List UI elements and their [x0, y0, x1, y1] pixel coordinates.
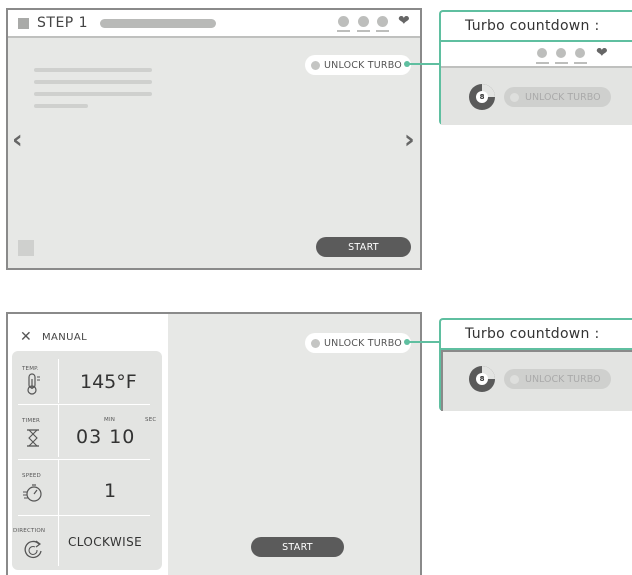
unlock-turbo-label: UNLOCK TURBO	[525, 91, 601, 103]
countdown-value: 8	[476, 91, 488, 103]
start-label: START	[348, 241, 379, 253]
menu-square-icon[interactable]	[18, 18, 29, 29]
manual-sidebar: ✕ MANUAL TEMP. 145°F TIMER MIN SEC 03 10…	[8, 314, 168, 575]
start-button[interactable]: START	[251, 537, 344, 557]
text-line	[34, 104, 88, 108]
step-progress-bar	[100, 19, 216, 28]
step-screen: STEP 1 ❤ ‹ › UNLOCK TURBO START	[6, 8, 422, 270]
seconds-label: SEC	[145, 417, 157, 423]
profile-icon[interactable]	[376, 16, 389, 32]
text-line	[34, 80, 152, 84]
chevron-right-icon[interactable]: ›	[404, 127, 415, 153]
turbo-countdown-callout: Turbo countdown : 8 UNLOCK TURBO	[439, 318, 632, 411]
step-title: STEP 1	[37, 15, 89, 31]
speed-icon	[23, 484, 42, 502]
profile-icon	[536, 48, 549, 64]
unlock-turbo-label: UNLOCK TURBO	[324, 59, 402, 71]
text-line	[34, 92, 152, 96]
close-icon[interactable]: ✕	[20, 329, 32, 345]
heart-icon[interactable]: ❤	[398, 14, 410, 28]
top-bar: STEP 1 ❤	[8, 10, 420, 38]
unlock-turbo-button[interactable]: UNLOCK TURBO	[305, 55, 411, 75]
thermometer-icon	[27, 373, 40, 395]
profile-icon[interactable]	[357, 16, 370, 32]
profile-icon	[555, 48, 568, 64]
turbo-indicator-icon	[311, 60, 320, 70]
chevron-left-icon[interactable]: ‹	[12, 127, 23, 153]
callout-panel: 8 UNLOCK TURBO	[441, 68, 632, 125]
start-label: START	[282, 541, 313, 553]
unlock-turbo-label: UNLOCK TURBO	[525, 373, 601, 385]
divider	[58, 359, 59, 403]
direction-value: CLOCKWISE	[68, 535, 143, 549]
speed-row[interactable]: SPEED 1	[12, 460, 162, 515]
start-button[interactable]: START	[316, 237, 411, 257]
turbo-indicator-icon	[510, 92, 519, 102]
countdown-gauge: 8	[469, 84, 495, 110]
text-line	[34, 68, 152, 72]
turbo-indicator-icon	[510, 374, 519, 384]
mode-label: MANUAL	[42, 332, 88, 343]
callout-anchor-dot	[404, 61, 410, 67]
callout-connector	[407, 341, 439, 343]
unlock-turbo-label: UNLOCK TURBO	[324, 337, 402, 349]
countdown-gauge: 8	[469, 366, 495, 392]
minutes-label: MIN	[104, 417, 116, 423]
direction-row[interactable]: DIRECTION CLOCKWISE	[12, 516, 162, 570]
speed-value: 1	[104, 480, 117, 502]
unlock-turbo-button[interactable]: UNLOCK TURBO	[305, 333, 411, 353]
temp-value: 145°F	[80, 371, 137, 393]
turbo-indicator-icon	[311, 338, 320, 348]
callout-connector	[407, 63, 439, 65]
callout-panel: 8 UNLOCK TURBO	[441, 350, 632, 411]
divider	[58, 460, 59, 515]
profile-icon	[574, 48, 587, 64]
divider	[58, 516, 59, 566]
callout-title: Turbo countdown :	[465, 326, 600, 342]
temperature-row[interactable]: TEMP. 145°F	[12, 351, 162, 404]
divider	[58, 405, 59, 457]
mini-top-bar: ❤	[441, 42, 632, 68]
countdown-value: 8	[476, 373, 488, 385]
manual-screen: ✕ MANUAL TEMP. 145°F TIMER MIN SEC 03 10…	[6, 312, 422, 575]
unlock-turbo-disabled: UNLOCK TURBO	[504, 87, 611, 107]
unlock-turbo-disabled: UNLOCK TURBO	[504, 369, 611, 389]
speed-label: SPEED	[22, 473, 41, 479]
heart-icon: ❤	[596, 45, 608, 61]
profile-icon[interactable]	[337, 16, 350, 32]
timer-value: 03 10	[76, 426, 136, 448]
turbo-countdown-callout: Turbo countdown : ❤ 8 UNLOCK TURBO	[439, 10, 632, 125]
direction-label: DIRECTION	[13, 528, 46, 534]
timer-label: TIMER	[22, 418, 41, 424]
rotate-icon	[24, 540, 42, 559]
hourglass-icon	[27, 429, 39, 447]
callout-title: Turbo countdown :	[465, 18, 600, 34]
temp-label: TEMP.	[22, 366, 39, 372]
timer-row[interactable]: TIMER MIN SEC 03 10	[12, 405, 162, 459]
image-placeholder	[18, 240, 34, 256]
callout-anchor-dot	[404, 339, 410, 345]
parameters-panel: TEMP. 145°F TIMER MIN SEC 03 10 SPEED 1 …	[12, 351, 162, 570]
